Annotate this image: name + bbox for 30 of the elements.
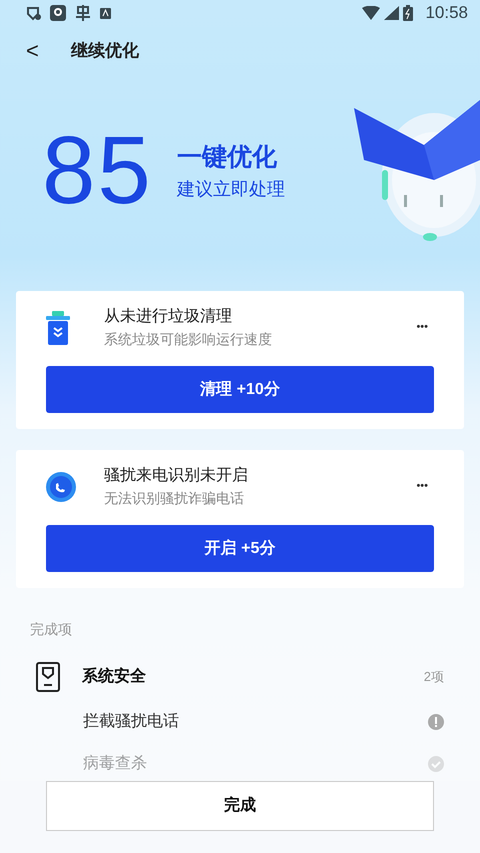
optimize-title: 一键优化 (176, 142, 278, 173)
wifi-icon (362, 6, 380, 20)
notification-icon (26, 5, 42, 21)
task-description: 无法识别骚扰诈骗电话 (104, 489, 245, 508)
action-button[interactable]: 清理 +10分 (46, 366, 434, 413)
item-label: 病毒查杀 (83, 754, 147, 774)
done-button[interactable]: 完成 (46, 781, 434, 831)
phone-shield-icon (36, 662, 60, 692)
app-icon (50, 5, 66, 21)
section-heading: 完成项 (29, 620, 73, 639)
more-button[interactable]: ••• (410, 477, 434, 496)
phone-icon (46, 472, 76, 502)
item-label: 拦截骚扰电话 (83, 712, 179, 732)
page-title: 继续优化 (70, 40, 139, 62)
back-button[interactable]: < (24, 40, 41, 62)
status-time: 10:58 (425, 2, 468, 24)
group-title: 系统安全 (82, 666, 147, 687)
action-button[interactable]: 开启 +5分 (46, 525, 434, 572)
optimize-subtitle: 建议立即处理 (176, 178, 285, 202)
signal-icon (384, 6, 400, 20)
score-value: 85 (42, 123, 153, 219)
item-count: 2项 (424, 668, 444, 686)
task-title: 从未进行垃圾清理 (104, 306, 233, 327)
task-description: 系统垃圾可能影响运行速度 (104, 330, 273, 349)
more-button[interactable]: ••• (410, 318, 434, 337)
trash-icon (46, 310, 70, 344)
check-icon (428, 756, 444, 772)
battery-icon (403, 5, 414, 21)
warning-icon (428, 714, 444, 730)
task-title: 骚扰来电识别未开启 (104, 466, 249, 486)
